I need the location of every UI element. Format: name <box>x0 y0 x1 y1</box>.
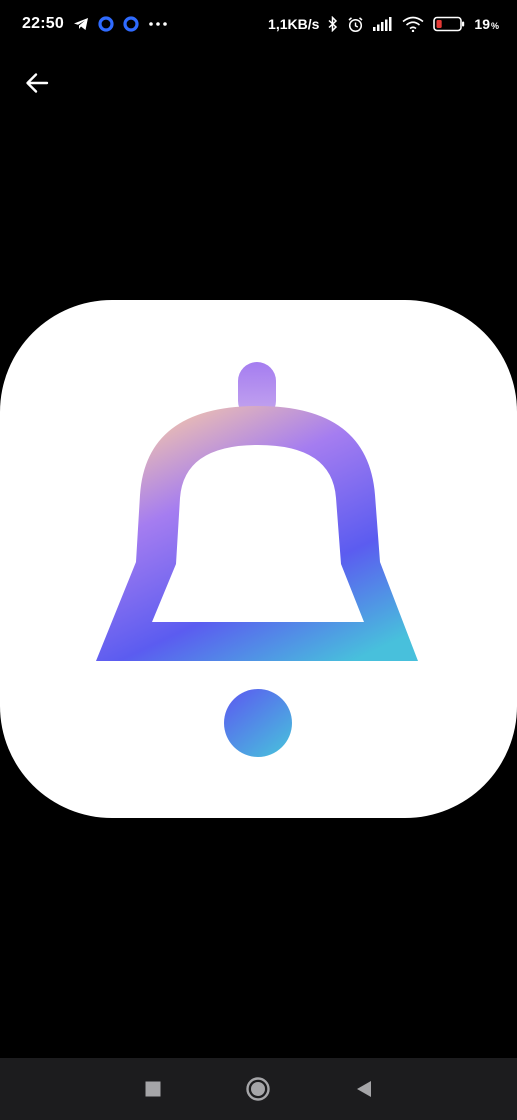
battery-unit: % <box>490 21 499 31</box>
notification-ring-icon <box>98 16 114 32</box>
recents-button[interactable] <box>133 1069 173 1109</box>
image-viewer-screen: 22:50 1,1KB/s 19% <box>0 0 517 1120</box>
battery-icon <box>433 16 465 32</box>
wifi-icon <box>402 16 424 32</box>
app-bar <box>0 58 517 108</box>
back-triangle-icon <box>357 1081 372 1097</box>
more-dots-icon <box>148 21 168 27</box>
nav-back-button[interactable] <box>344 1069 384 1109</box>
image-viewport[interactable] <box>0 300 517 818</box>
telegram-icon <box>73 16 89 32</box>
network-speed: 1,1KB/s <box>268 16 320 32</box>
arrow-left-icon <box>26 73 49 93</box>
notification-ring-icon <box>123 16 139 32</box>
status-bar: 22:50 1,1KB/s 19% <box>0 0 517 48</box>
back-button[interactable] <box>20 66 54 100</box>
battery-level: 19 <box>474 16 490 32</box>
home-button[interactable] <box>238 1069 278 1109</box>
alarm-icon <box>347 16 364 33</box>
bell-icon <box>96 362 418 757</box>
home-circle-icon <box>246 1077 271 1101</box>
battery-percentage: 19% <box>474 16 499 32</box>
status-time: 22:50 <box>22 15 64 32</box>
navigation-bar <box>0 1058 517 1120</box>
status-left: 22:50 <box>22 15 168 33</box>
recents-square-icon <box>145 1081 161 1097</box>
signal-icon <box>373 17 393 31</box>
status-right: 1,1KB/s 19% <box>268 16 499 33</box>
bluetooth-icon <box>328 16 338 32</box>
